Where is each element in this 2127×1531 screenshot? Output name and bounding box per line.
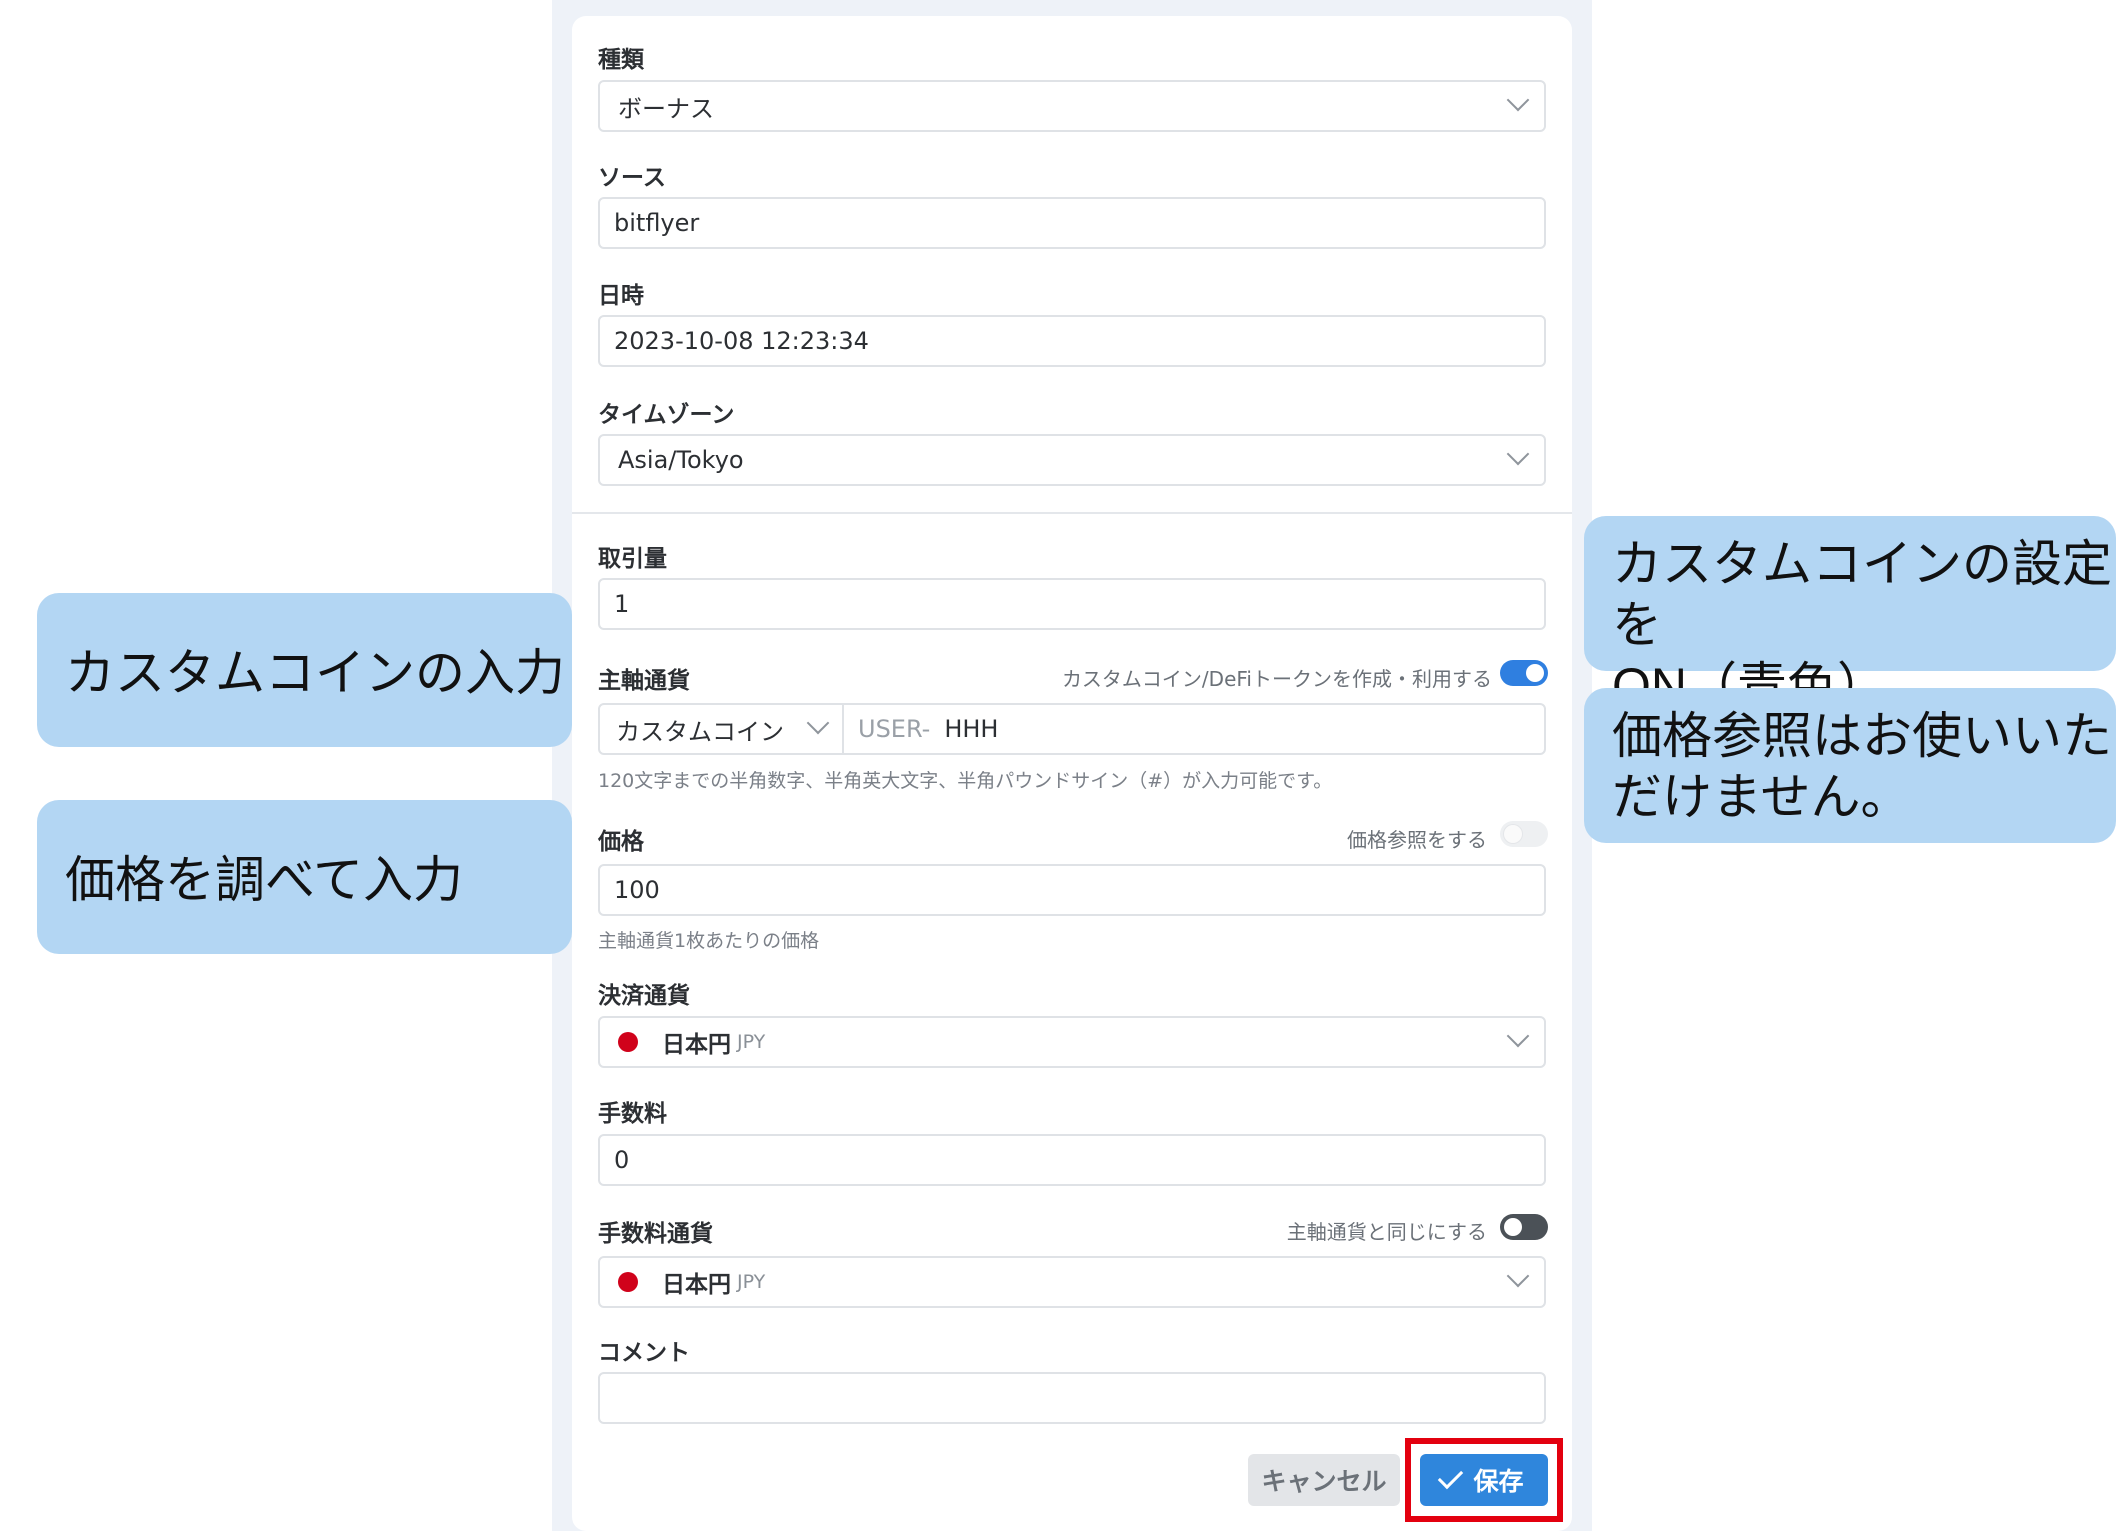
source-input[interactable]: bitflyer <box>598 197 1546 249</box>
main-currency-select[interactable]: カスタムコイン <box>600 705 844 753</box>
comment-input[interactable] <box>598 1372 1546 1424</box>
price-reference-toggle[interactable] <box>1500 821 1548 847</box>
datetime-input[interactable]: 2023-10-08 12:23:34 <box>598 315 1546 367</box>
fee-input[interactable]: 0 <box>598 1134 1546 1186</box>
toggle-knob <box>1526 664 1544 682</box>
fee-currency-label: 手数料通貨 <box>598 1221 713 1247</box>
price-input[interactable]: 100 <box>598 864 1546 916</box>
settlement-currency-label: 決済通貨 <box>598 983 690 1009</box>
main-currency-label: 主軸通貨 <box>598 668 690 694</box>
callout-price-reference: 価格参照はお使いいた だけません。 <box>1546 688 2116 919</box>
fee-input-value: 0 <box>614 1146 630 1174</box>
type-select[interactable]: ボーナス <box>598 80 1546 132</box>
datetime-label: 日時 <box>598 283 644 309</box>
amount-label: 取引量 <box>598 546 667 572</box>
symbol-prefix: USER- <box>858 715 931 743</box>
callout-custom-coin-input-text: カスタムコインの入力 <box>65 645 565 701</box>
fee-currency-name: 日本円 <box>662 1272 731 1298</box>
callout-price-input: 価格を調べて入力 <box>37 800 602 954</box>
source-input-value: bitflyer <box>614 209 700 237</box>
main-currency-input-group: カスタムコイン USER- HHH <box>598 703 1546 755</box>
timezone-select-value: Asia/Tokyo <box>618 446 744 474</box>
custom-coin-toggle[interactable] <box>1500 660 1548 686</box>
type-select-value: ボーナス <box>618 94 714 123</box>
main-currency-select-value: カスタムコイン <box>616 717 784 746</box>
symbol-value: HHH <box>944 715 999 743</box>
callout-price-reference-line2: だけません。 <box>1612 769 1911 825</box>
chevron-down-icon <box>1506 442 1530 466</box>
callout-price-reference-line1: 価格参照はお使いいた <box>1612 708 2112 764</box>
settlement-currency-name: 日本円 <box>662 1032 731 1058</box>
chevron-down-icon <box>1506 1024 1530 1048</box>
timezone-label: タイムゾーン <box>598 402 735 428</box>
save-button-highlight <box>1405 1438 1563 1522</box>
price-helper: 主軸通貨1枚あたりの価格 <box>598 930 820 952</box>
japan-flag-icon <box>618 1032 638 1052</box>
same-as-main-toggle-label: 主軸通貨と同じにする <box>1286 1220 1487 1244</box>
custom-coin-toggle-label: カスタムコイン/DeFiトークンを作成・利用する <box>1061 667 1492 691</box>
fee-currency-code: JPY <box>737 1271 766 1293</box>
fee-currency-select[interactable]: 日本円 JPY <box>598 1256 1546 1308</box>
main-currency-helper: 120文字までの半角数字、半角英大文字、半角パウンドサイン（#）が入力可能です。 <box>598 770 1333 792</box>
chevron-down-icon <box>1506 1264 1530 1288</box>
section-divider <box>572 512 1572 514</box>
price-reference-toggle-label: 価格参照をする <box>1347 828 1487 852</box>
custom-coin-symbol-input[interactable]: USER- HHH <box>844 705 1544 753</box>
datetime-input-value: 2023-10-08 12:23:34 <box>614 327 869 355</box>
settlement-currency-code: JPY <box>737 1031 766 1053</box>
chevron-down-icon <box>1506 88 1530 112</box>
callout-custom-coin-input: カスタムコインの入力 <box>37 593 610 747</box>
type-label: 種類 <box>598 47 644 73</box>
timezone-select[interactable]: Asia/Tokyo <box>598 434 1546 486</box>
japan-flag-icon <box>618 1272 638 1292</box>
fee-label: 手数料 <box>598 1101 667 1127</box>
callout-price-input-text: 価格を調べて入力 <box>65 852 463 908</box>
comment-label: コメント <box>598 1340 690 1366</box>
source-label: ソース <box>598 165 666 191</box>
price-label: 価格 <box>598 829 644 855</box>
same-as-main-toggle[interactable] <box>1500 1214 1548 1240</box>
amount-input[interactable]: 1 <box>598 578 1546 630</box>
settlement-currency-select[interactable]: 日本円 JPY <box>598 1016 1546 1068</box>
toggle-knob <box>1504 825 1522 843</box>
toggle-knob <box>1504 1218 1522 1236</box>
price-input-value: 100 <box>614 876 660 904</box>
chevron-down-icon <box>806 711 830 735</box>
callout-custom-coin-on: カスタムコインの設定を ON（青色） <box>1548 516 2116 714</box>
cancel-button[interactable]: キャンセル <box>1248 1454 1400 1506</box>
amount-input-value: 1 <box>614 590 630 618</box>
callout-custom-coin-on-line1: カスタムコインの設定を <box>1612 536 2112 653</box>
